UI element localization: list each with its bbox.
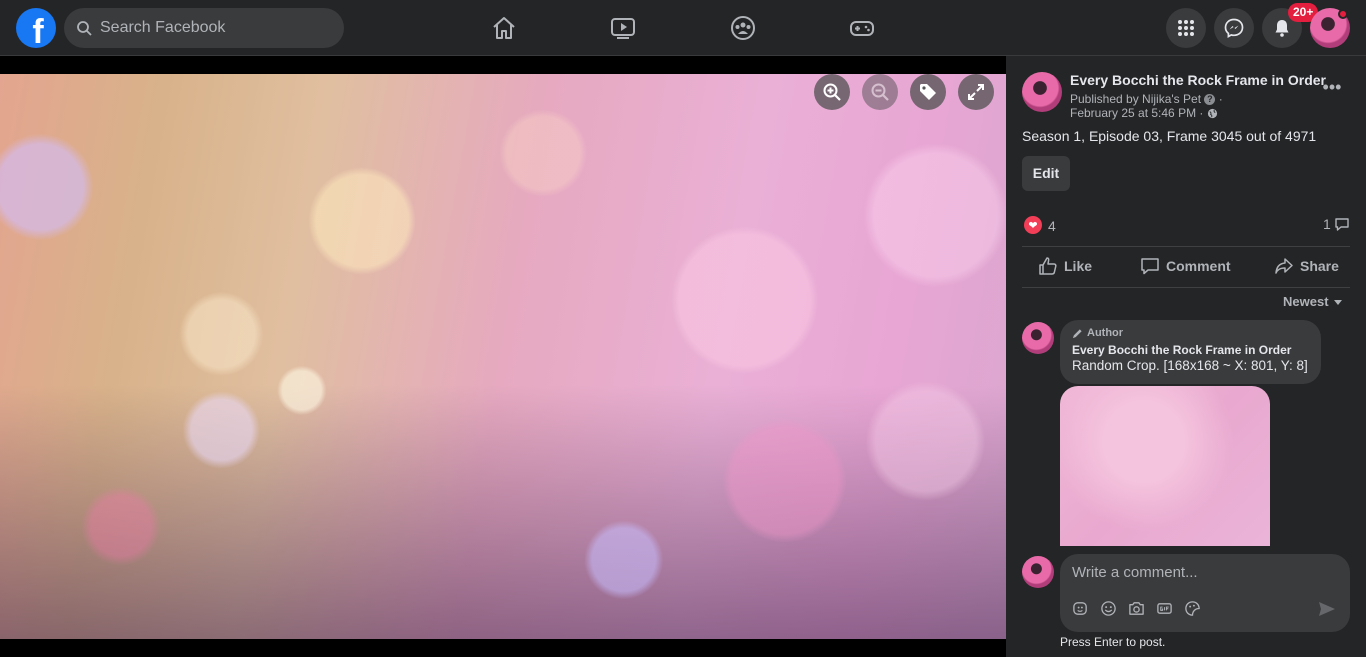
share-button[interactable]: Share xyxy=(1274,254,1339,278)
reaction-count[interactable]: 4 xyxy=(1048,218,1056,234)
panel-scrollbar[interactable] xyxy=(1360,56,1366,657)
thumbs-up-icon xyxy=(1039,257,1057,275)
gaming-icon xyxy=(850,21,874,36)
sticker-icon xyxy=(1184,600,1200,616)
page-avatar[interactable] xyxy=(1022,72,1062,112)
gif-button[interactable] xyxy=(1154,598,1174,618)
sort-label: Newest xyxy=(1283,294,1329,309)
comment-bubble: Author Every Bocchi the Rock Frame in Or… xyxy=(1060,320,1321,384)
comment-button[interactable]: Comment xyxy=(1140,254,1231,278)
published-by[interactable]: Published by Nijika's Pet xyxy=(1070,92,1201,106)
search-input[interactable] xyxy=(100,19,320,37)
like-label: Like xyxy=(1064,258,1093,274)
gaming-nav-button[interactable] xyxy=(842,8,882,48)
top-navigation-bar: f 20+ xyxy=(0,0,1366,56)
page-name[interactable]: Every Bocchi the Rock Frame in Order xyxy=(1070,72,1326,88)
tag-icon xyxy=(920,84,936,100)
send-icon[interactable] xyxy=(1316,598,1338,620)
groups-icon xyxy=(731,16,755,40)
messenger-button[interactable] xyxy=(1214,8,1254,48)
love-reaction-icon[interactable]: ❤ xyxy=(1024,216,1042,234)
bell-icon xyxy=(1275,20,1289,37)
commenter-avatar[interactable] xyxy=(1022,322,1054,354)
comment-icon xyxy=(1141,258,1159,275)
comment-text: Random Crop. [168x168 ~ X: 801, Y: 8] xyxy=(1072,358,1308,373)
help-icon[interactable]: ? xyxy=(1204,94,1216,106)
author-tag-label: Author xyxy=(1087,327,1124,339)
zoom-out-icon xyxy=(871,83,889,101)
comment-label: Comment xyxy=(1166,258,1231,274)
facebook-logo[interactable]: f xyxy=(16,8,56,48)
comment-image[interactable] xyxy=(1060,386,1270,546)
more-options-button[interactable]: ••• xyxy=(1320,78,1344,100)
like-button[interactable]: Like xyxy=(1038,254,1092,278)
watch-icon xyxy=(611,18,635,39)
press-enter-hint: Press Enter to post. xyxy=(1060,635,1166,649)
zoom-out-button[interactable] xyxy=(862,74,898,110)
search-box[interactable] xyxy=(64,8,344,48)
globe-icon xyxy=(1207,109,1217,119)
camera-icon xyxy=(1128,601,1144,615)
fullscreen-icon xyxy=(968,84,984,100)
post-date[interactable]: February 25 at 5:46 PM xyxy=(1070,106,1196,120)
comment-input[interactable] xyxy=(1072,562,1332,582)
divider xyxy=(1022,287,1350,288)
photo-viewer xyxy=(0,56,1006,657)
home-nav-button[interactable] xyxy=(484,8,524,48)
comment-count[interactable]: 1 xyxy=(1323,216,1350,232)
zoom-in-icon xyxy=(823,83,841,101)
menu-button[interactable] xyxy=(1166,8,1206,48)
avatar-sticker-icon xyxy=(1072,601,1087,615)
comment-bubble-icon xyxy=(1335,218,1349,231)
fullscreen-button[interactable] xyxy=(958,74,994,110)
caret-down-icon xyxy=(1333,299,1342,305)
avatar-sticker-button[interactable] xyxy=(1070,598,1090,618)
share-icon xyxy=(1275,258,1293,274)
grid-menu-icon xyxy=(1178,20,1194,36)
messenger-icon xyxy=(1224,18,1244,38)
commenter-name[interactable]: Every Bocchi the Rock Frame in Order xyxy=(1072,343,1309,357)
post-details-panel: Every Bocchi the Rock Frame in Order Pub… xyxy=(1006,56,1366,657)
groups-nav-button[interactable] xyxy=(723,8,763,48)
home-icon xyxy=(493,17,515,39)
divider xyxy=(1022,246,1350,247)
edit-button[interactable]: Edit xyxy=(1022,156,1070,191)
sticker-button[interactable] xyxy=(1182,598,1202,618)
photo-image xyxy=(0,74,1006,639)
photo-button[interactable] xyxy=(1126,598,1146,618)
comment-composer xyxy=(1060,554,1350,632)
comment-count-value: 1 xyxy=(1323,216,1331,232)
zoom-in-button[interactable] xyxy=(814,74,850,110)
post-meta: Published by Nijika's Pet ? · February 2… xyxy=(1070,92,1223,120)
tag-photo-button[interactable] xyxy=(910,74,946,110)
author-tag: Author xyxy=(1072,327,1309,339)
comment-sort-dropdown[interactable]: Newest xyxy=(1283,294,1343,309)
search-icon xyxy=(77,21,92,36)
account-alert-dot xyxy=(1338,9,1348,19)
watch-nav-button[interactable] xyxy=(603,8,643,48)
pencil-icon xyxy=(1072,328,1082,338)
composer-avatar[interactable] xyxy=(1022,556,1054,588)
share-label: Share xyxy=(1300,258,1339,274)
emoji-button[interactable] xyxy=(1098,598,1118,618)
gif-icon xyxy=(1156,602,1172,614)
post-text: Season 1, Episode 03, Frame 3045 out of … xyxy=(1022,128,1317,144)
emoji-icon xyxy=(1100,600,1116,616)
